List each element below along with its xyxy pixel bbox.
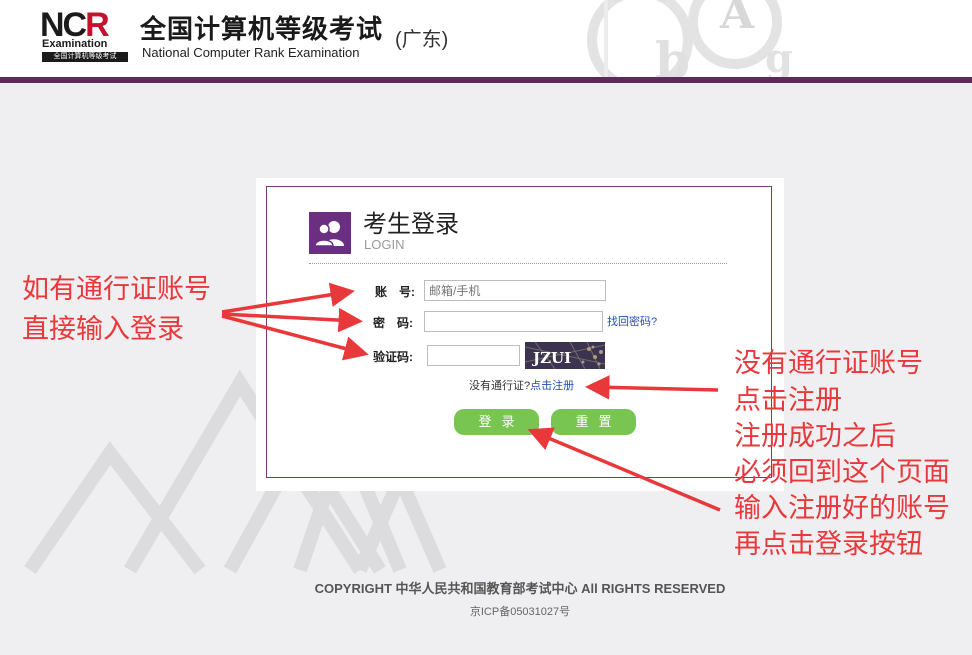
arrow-to-register bbox=[585, 375, 719, 400]
annotation-right-line-2: 点击注册 bbox=[734, 385, 842, 415]
arrow-to-login-button bbox=[527, 427, 721, 512]
annotation-right-line-1: 没有通行证账号 bbox=[734, 348, 923, 378]
annotation-left-line-2: 直接输入登录 bbox=[22, 314, 184, 344]
arrow-to-account bbox=[221, 282, 355, 314]
annotation-left-line-1: 如有通行证账号 bbox=[22, 274, 211, 304]
annotation-right-line-3: 注册成功之后 bbox=[734, 421, 896, 451]
annotation-right-line-5: 输入注册好的账号 bbox=[734, 493, 950, 523]
annotation-right-line-6: 再点击登录按钮 bbox=[734, 529, 923, 559]
annotation-right-line-4: 必须回到这个页面 bbox=[734, 457, 950, 487]
